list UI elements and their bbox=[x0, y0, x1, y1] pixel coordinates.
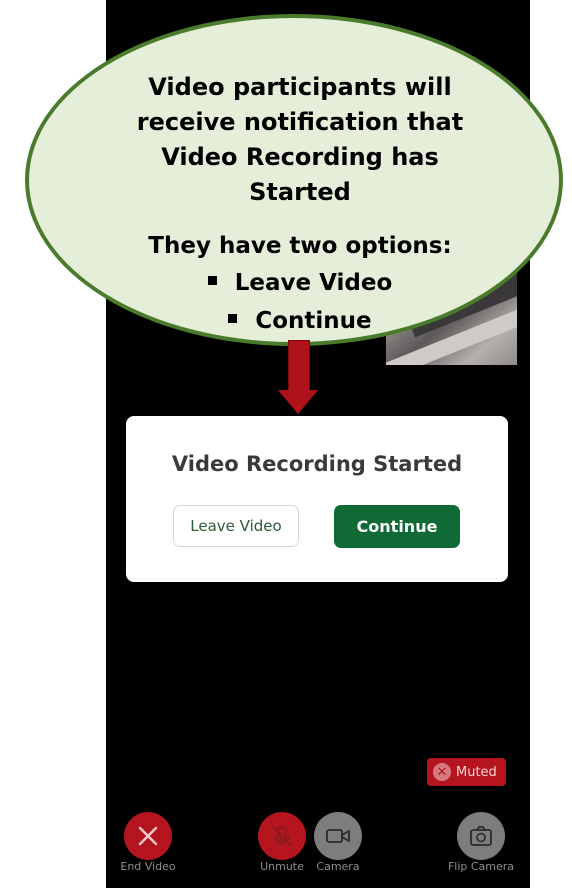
muted-badge: ✕ Muted bbox=[427, 758, 506, 786]
callout-options-heading: They have two options: bbox=[148, 233, 452, 259]
flip-camera-label: Flip Camera bbox=[447, 860, 515, 873]
unmute-button[interactable] bbox=[258, 812, 306, 860]
video-camera-icon bbox=[326, 829, 350, 843]
flip-camera-button[interactable] bbox=[457, 812, 505, 860]
dialog-title: Video Recording Started bbox=[171, 452, 463, 476]
recording-started-dialog: Video Recording Started Leave Video Cont… bbox=[126, 416, 508, 582]
leave-video-button[interactable]: Leave Video bbox=[173, 505, 299, 547]
continue-button[interactable]: Continue bbox=[334, 505, 460, 548]
arrow-down-icon bbox=[288, 340, 310, 392]
camera-label: Camera bbox=[316, 860, 360, 873]
bullet-icon bbox=[207, 276, 217, 285]
end-video-button[interactable] bbox=[124, 812, 172, 860]
callout-line: Started bbox=[249, 178, 351, 206]
arrow-head-icon bbox=[278, 390, 318, 414]
bullet-icon bbox=[228, 314, 238, 323]
flip-camera-icon bbox=[470, 826, 492, 846]
callout-option-item: Leave Video bbox=[110, 270, 490, 296]
close-icon: ✕ bbox=[433, 763, 451, 781]
end-video-label: End Video bbox=[120, 860, 176, 873]
callout-line: Video participants will bbox=[148, 73, 452, 101]
close-icon bbox=[138, 826, 158, 846]
callout-option-item: Continue bbox=[110, 308, 490, 334]
callout-text: Video participants will receive notifica… bbox=[110, 70, 490, 210]
callout-line: Video Recording has bbox=[161, 143, 439, 171]
microphone-off-icon bbox=[272, 826, 292, 846]
muted-label: Muted bbox=[456, 764, 497, 780]
camera-button[interactable] bbox=[314, 812, 362, 860]
callout-line: receive notification that bbox=[136, 108, 464, 136]
